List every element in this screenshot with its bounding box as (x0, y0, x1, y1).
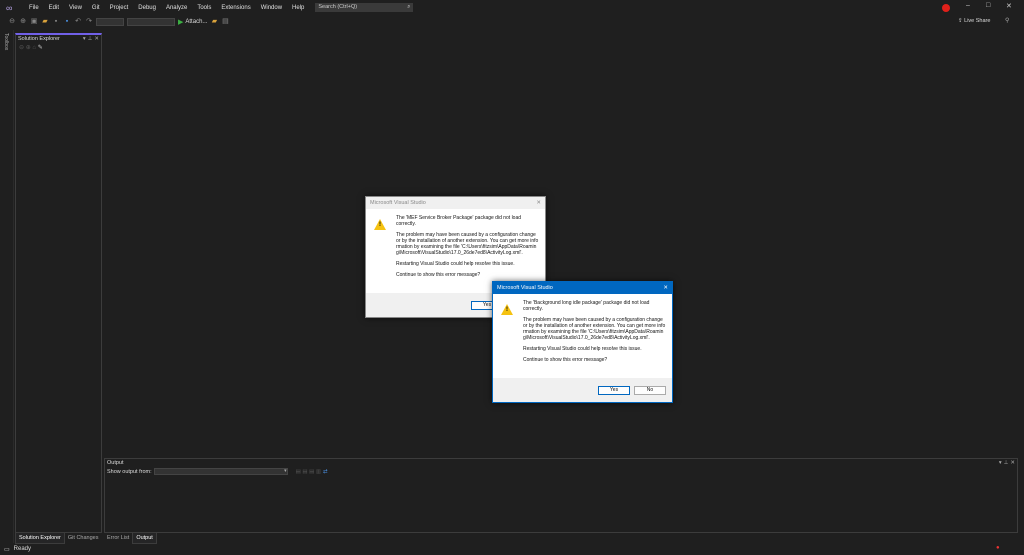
dialog-message: The 'Background long idle package' packa… (523, 300, 650, 312)
recording-indicator-icon (942, 4, 950, 12)
close-icon[interactable]: ✕ (94, 36, 99, 42)
live-share-label: Live Share (964, 18, 991, 24)
browse-icon[interactable]: ▰ (210, 18, 218, 26)
close-icon[interactable]: ✕ (1010, 460, 1015, 466)
dropdown-icon[interactable]: ▾ (83, 36, 86, 42)
visual-studio-logo-icon: ∞ (6, 2, 13, 13)
output-panel: Output ▾ ⊥ ✕ Show output from: ▾ ▤ ▤ ▤ ▥ ⇄ (104, 458, 1018, 533)
warning-icon: ! (501, 304, 513, 315)
menu-debug[interactable]: Debug (133, 5, 161, 11)
menu-git[interactable]: Git (87, 5, 105, 11)
solution-explorer-toolbar: ⊖ ⊕ ⌂ ✎ (16, 43, 101, 52)
status-text: Ready (13, 546, 32, 552)
back-icon[interactable]: ⊖ (19, 45, 24, 51)
home-icon[interactable]: ⌂ (32, 45, 36, 51)
attach-label: Attach... (185, 19, 208, 25)
attach-button[interactable]: ▶ Attach... (178, 18, 207, 26)
save-all-icon[interactable]: ▪ (63, 18, 71, 26)
dialog-restart: Restarting Visual Studio could help reso… (523, 346, 642, 352)
search-icon: ⌕ (407, 4, 411, 10)
close-icon[interactable]: ✕ (536, 200, 541, 206)
error-dialog-background-idle: Microsoft Visual Studio ✕ ! The 'Backgrou… (492, 281, 673, 403)
forward-icon[interactable]: ⊕ (26, 45, 31, 51)
pin-icon[interactable]: ⊥ (1004, 460, 1009, 466)
properties-wrench-icon[interactable]: ✎ (38, 45, 43, 51)
output-source-dropdown[interactable]: ▾ (153, 468, 288, 475)
output-title: Output (107, 460, 124, 466)
forward-icon[interactable]: ⊕ (19, 18, 27, 26)
notifications-bell-icon[interactable]: ● (996, 545, 1000, 551)
solution-explorer-title: Solution Explorer (18, 36, 60, 42)
toolbar: ⊖ ⊕ ▣ ▰ ▪ ▪ ↶ ↷ ▶ Attach... ▰ ▤ (0, 15, 1024, 29)
dialog-question: Continue to show this error message? (523, 357, 608, 363)
minimize-button[interactable]: – (966, 2, 970, 9)
search-placeholder: Search (Ctrl+Q) (318, 4, 358, 10)
configuration-dropdown[interactable] (96, 18, 124, 26)
new-project-icon[interactable]: ▣ (30, 18, 38, 26)
back-icon[interactable]: ⊖ (8, 18, 16, 26)
feedback-icon[interactable]: ⚲ (1005, 17, 1009, 24)
toolbox-strip: Toolbox (0, 30, 14, 543)
clear-output-icon[interactable]: ▤ ▤ ▤ ▥ (296, 469, 321, 475)
search-input[interactable]: Search (Ctrl+Q) ⌕ (315, 3, 414, 12)
toolbox-tab[interactable]: Toolbox (3, 33, 9, 50)
open-folder-icon[interactable]: ▰ (41, 18, 49, 26)
dropdown-icon[interactable]: ▾ (999, 460, 1002, 466)
menu-window[interactable]: Window (256, 5, 287, 11)
redo-icon[interactable]: ↷ (85, 18, 93, 26)
menu-file[interactable]: File (24, 5, 44, 11)
menu-project[interactable]: Project (105, 5, 134, 11)
window-layout-icon[interactable]: ▤ (221, 18, 229, 26)
dialog-restart: Restarting Visual Studio could help reso… (396, 261, 515, 267)
menu-view[interactable]: View (64, 5, 87, 11)
maximize-button[interactable]: □ (986, 2, 990, 9)
yes-button[interactable]: Yes (598, 385, 630, 395)
dialog-title: Microsoft Visual Studio (497, 285, 553, 291)
dialog-detail: The problem may have been caused by a co… (396, 232, 539, 256)
dialog-detail: The problem may have been caused by a co… (523, 317, 666, 341)
menu-extensions[interactable]: Extensions (216, 5, 255, 11)
menu-analyze[interactable]: Analyze (161, 5, 192, 11)
solution-explorer-panel: Solution Explorer ▾ ⊥ ✕ ⊖ ⊕ ⌂ ✎ (15, 33, 102, 533)
dialog-message: The 'MEF Service Broker Package' package… (396, 215, 522, 227)
menu-bar: ∞ File Edit View Git Project Debug Analy… (0, 0, 1024, 15)
save-icon[interactable]: ▪ (52, 18, 60, 26)
notification-icon[interactable]: ▭ (4, 546, 10, 553)
menu-edit[interactable]: Edit (44, 5, 64, 11)
platform-dropdown[interactable] (127, 18, 175, 26)
dialog-question: Continue to show this error message? (396, 272, 481, 278)
close-window-button[interactable]: ✕ (1006, 2, 1012, 10)
play-icon: ▶ (178, 19, 184, 26)
pin-icon[interactable]: ⊥ (88, 36, 93, 42)
menu-help[interactable]: Help (287, 5, 309, 11)
show-output-from-label: Show output from: (107, 468, 152, 475)
menu-tools[interactable]: Tools (192, 5, 216, 11)
word-wrap-icon[interactable]: ⇄ (323, 469, 328, 475)
live-share-button[interactable]: ⇪ Live Share (958, 18, 990, 24)
undo-icon[interactable]: ↶ (74, 18, 82, 26)
status-bar: ▭ Ready (0, 543, 1024, 555)
close-icon[interactable]: ✕ (663, 285, 668, 291)
dialog-title: Microsoft Visual Studio (370, 200, 426, 206)
warning-icon: ! (374, 219, 386, 230)
no-button[interactable]: No (634, 385, 666, 395)
